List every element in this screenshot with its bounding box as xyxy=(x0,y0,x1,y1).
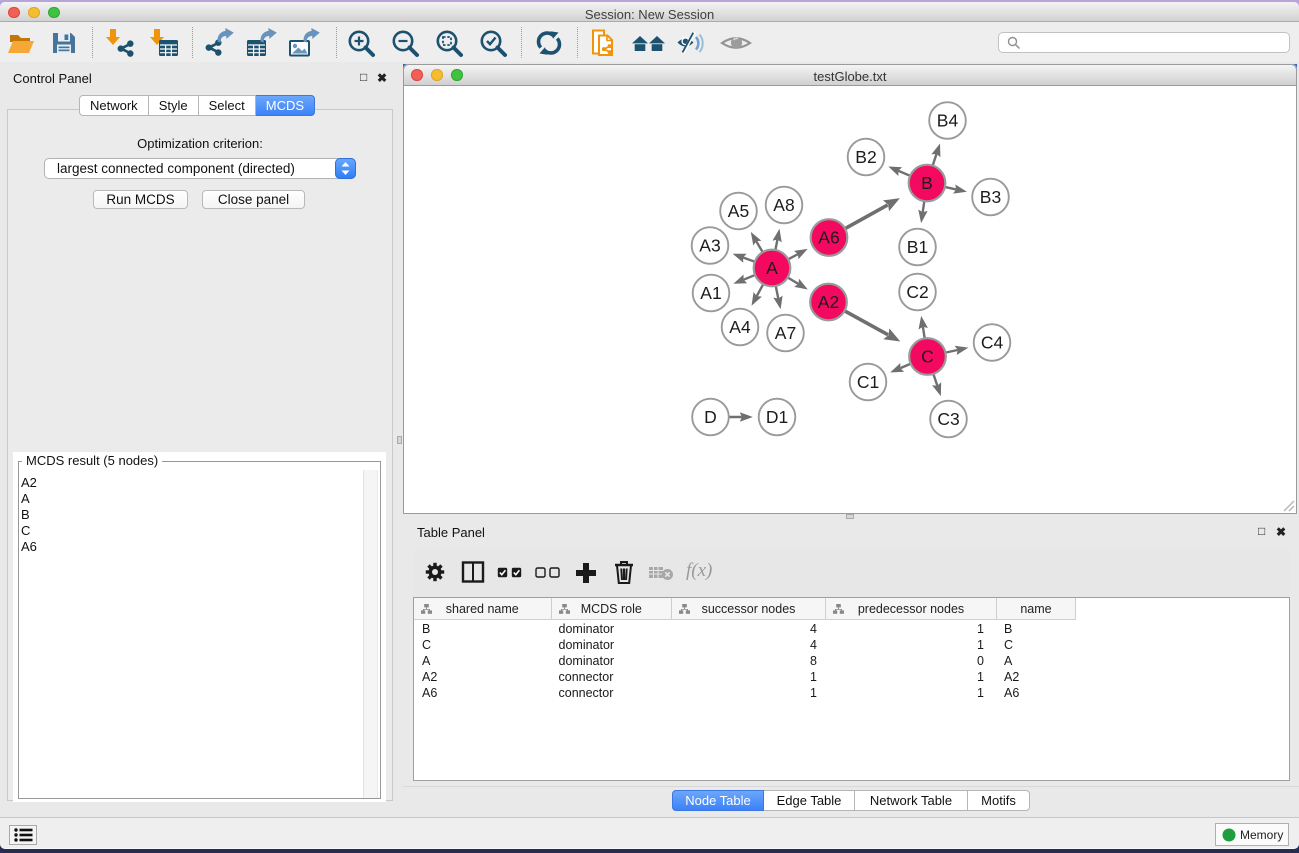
svg-text:A8: A8 xyxy=(773,195,794,215)
svg-text:B1: B1 xyxy=(907,237,928,257)
svg-text:A4: A4 xyxy=(729,317,751,337)
svg-text:A5: A5 xyxy=(728,201,749,221)
svg-text:D: D xyxy=(704,407,717,427)
svg-text:C3: C3 xyxy=(937,409,959,429)
svg-text:A6: A6 xyxy=(818,228,839,248)
svg-text:C4: C4 xyxy=(981,333,1004,353)
svg-text:B: B xyxy=(921,173,933,193)
svg-text:A7: A7 xyxy=(775,323,796,343)
svg-text:C2: C2 xyxy=(906,282,928,302)
svg-text:A: A xyxy=(766,258,778,278)
svg-text:A2: A2 xyxy=(818,292,839,312)
svg-text:D1: D1 xyxy=(766,407,788,427)
svg-text:A3: A3 xyxy=(699,236,720,256)
svg-text:C: C xyxy=(921,347,934,367)
svg-text:Memory: Memory xyxy=(1240,828,1283,842)
svg-text:B3: B3 xyxy=(980,187,1001,207)
svg-text:A1: A1 xyxy=(700,283,721,303)
svg-text:C1: C1 xyxy=(857,372,879,392)
svg-text:B4: B4 xyxy=(937,111,959,131)
svg-text:B2: B2 xyxy=(855,147,876,167)
